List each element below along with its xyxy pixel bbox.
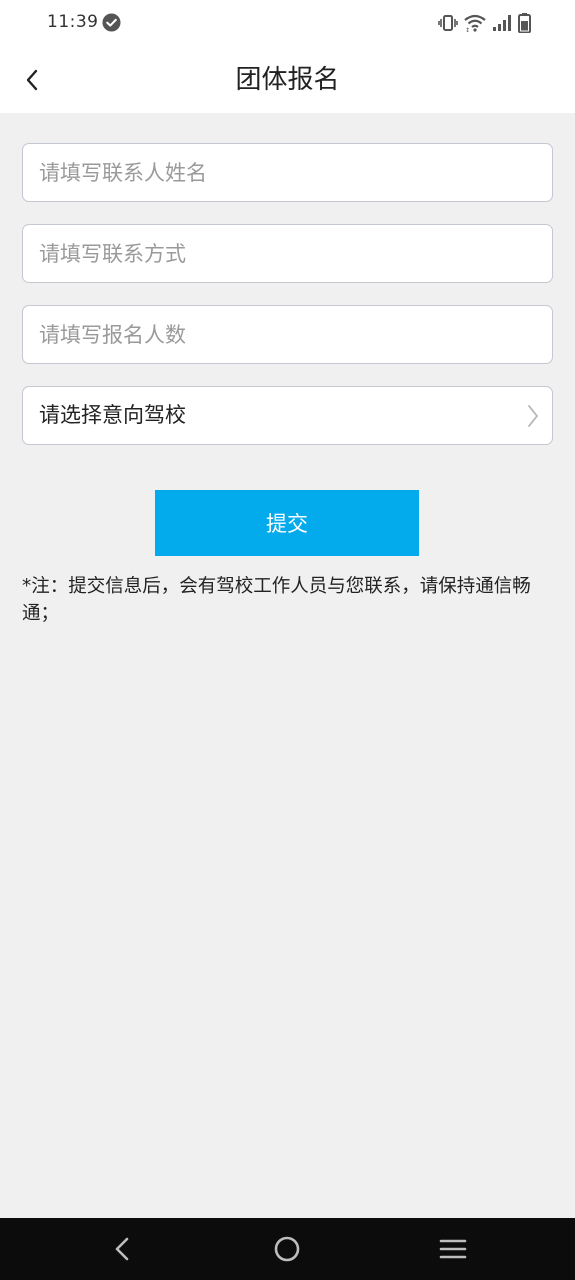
nav-menu-button[interactable] — [435, 1231, 471, 1267]
contact-name-field[interactable] — [22, 143, 553, 202]
svg-text:↕: ↕ — [465, 27, 470, 32]
vibrate-icon — [438, 15, 458, 31]
app-bar: 团体报名 — [0, 48, 575, 113]
chevron-right-icon — [528, 405, 538, 427]
headcount-field[interactable] — [22, 305, 553, 364]
status-icons: ↕ — [438, 12, 531, 34]
notice-text: *注：提交信息后，会有驾校工作人员与您联系，请保持通信畅通； — [22, 576, 531, 624]
contact-name-input[interactable] — [23, 144, 552, 201]
back-triangle-icon — [115, 1237, 129, 1261]
contact-method-field[interactable] — [22, 224, 553, 283]
status-bar: 11:39 ↕ — [0, 0, 575, 48]
nav-back-button[interactable] — [104, 1231, 140, 1267]
battery-icon — [518, 13, 531, 33]
home-circle-icon — [274, 1236, 300, 1262]
group-signup-form: 请选择意向驾校 — [22, 143, 553, 467]
contact-method-input[interactable] — [23, 225, 552, 282]
page-title: 团体报名 — [235, 65, 340, 95]
status-time: 11:39 — [47, 12, 99, 32]
headcount-input[interactable] — [23, 306, 552, 363]
menu-lines-icon — [439, 1239, 467, 1259]
school-select[interactable]: 请选择意向驾校 — [22, 386, 553, 445]
submit-button[interactable]: 提交 — [155, 490, 419, 556]
nav-home-button[interactable] — [269, 1231, 305, 1267]
system-nav-bar — [0, 1218, 575, 1280]
check-circle-icon — [102, 13, 121, 32]
wifi-icon: ↕ — [464, 14, 486, 32]
signal-icon — [493, 15, 511, 31]
school-select-label: 请选择意向驾校 — [39, 403, 186, 427]
